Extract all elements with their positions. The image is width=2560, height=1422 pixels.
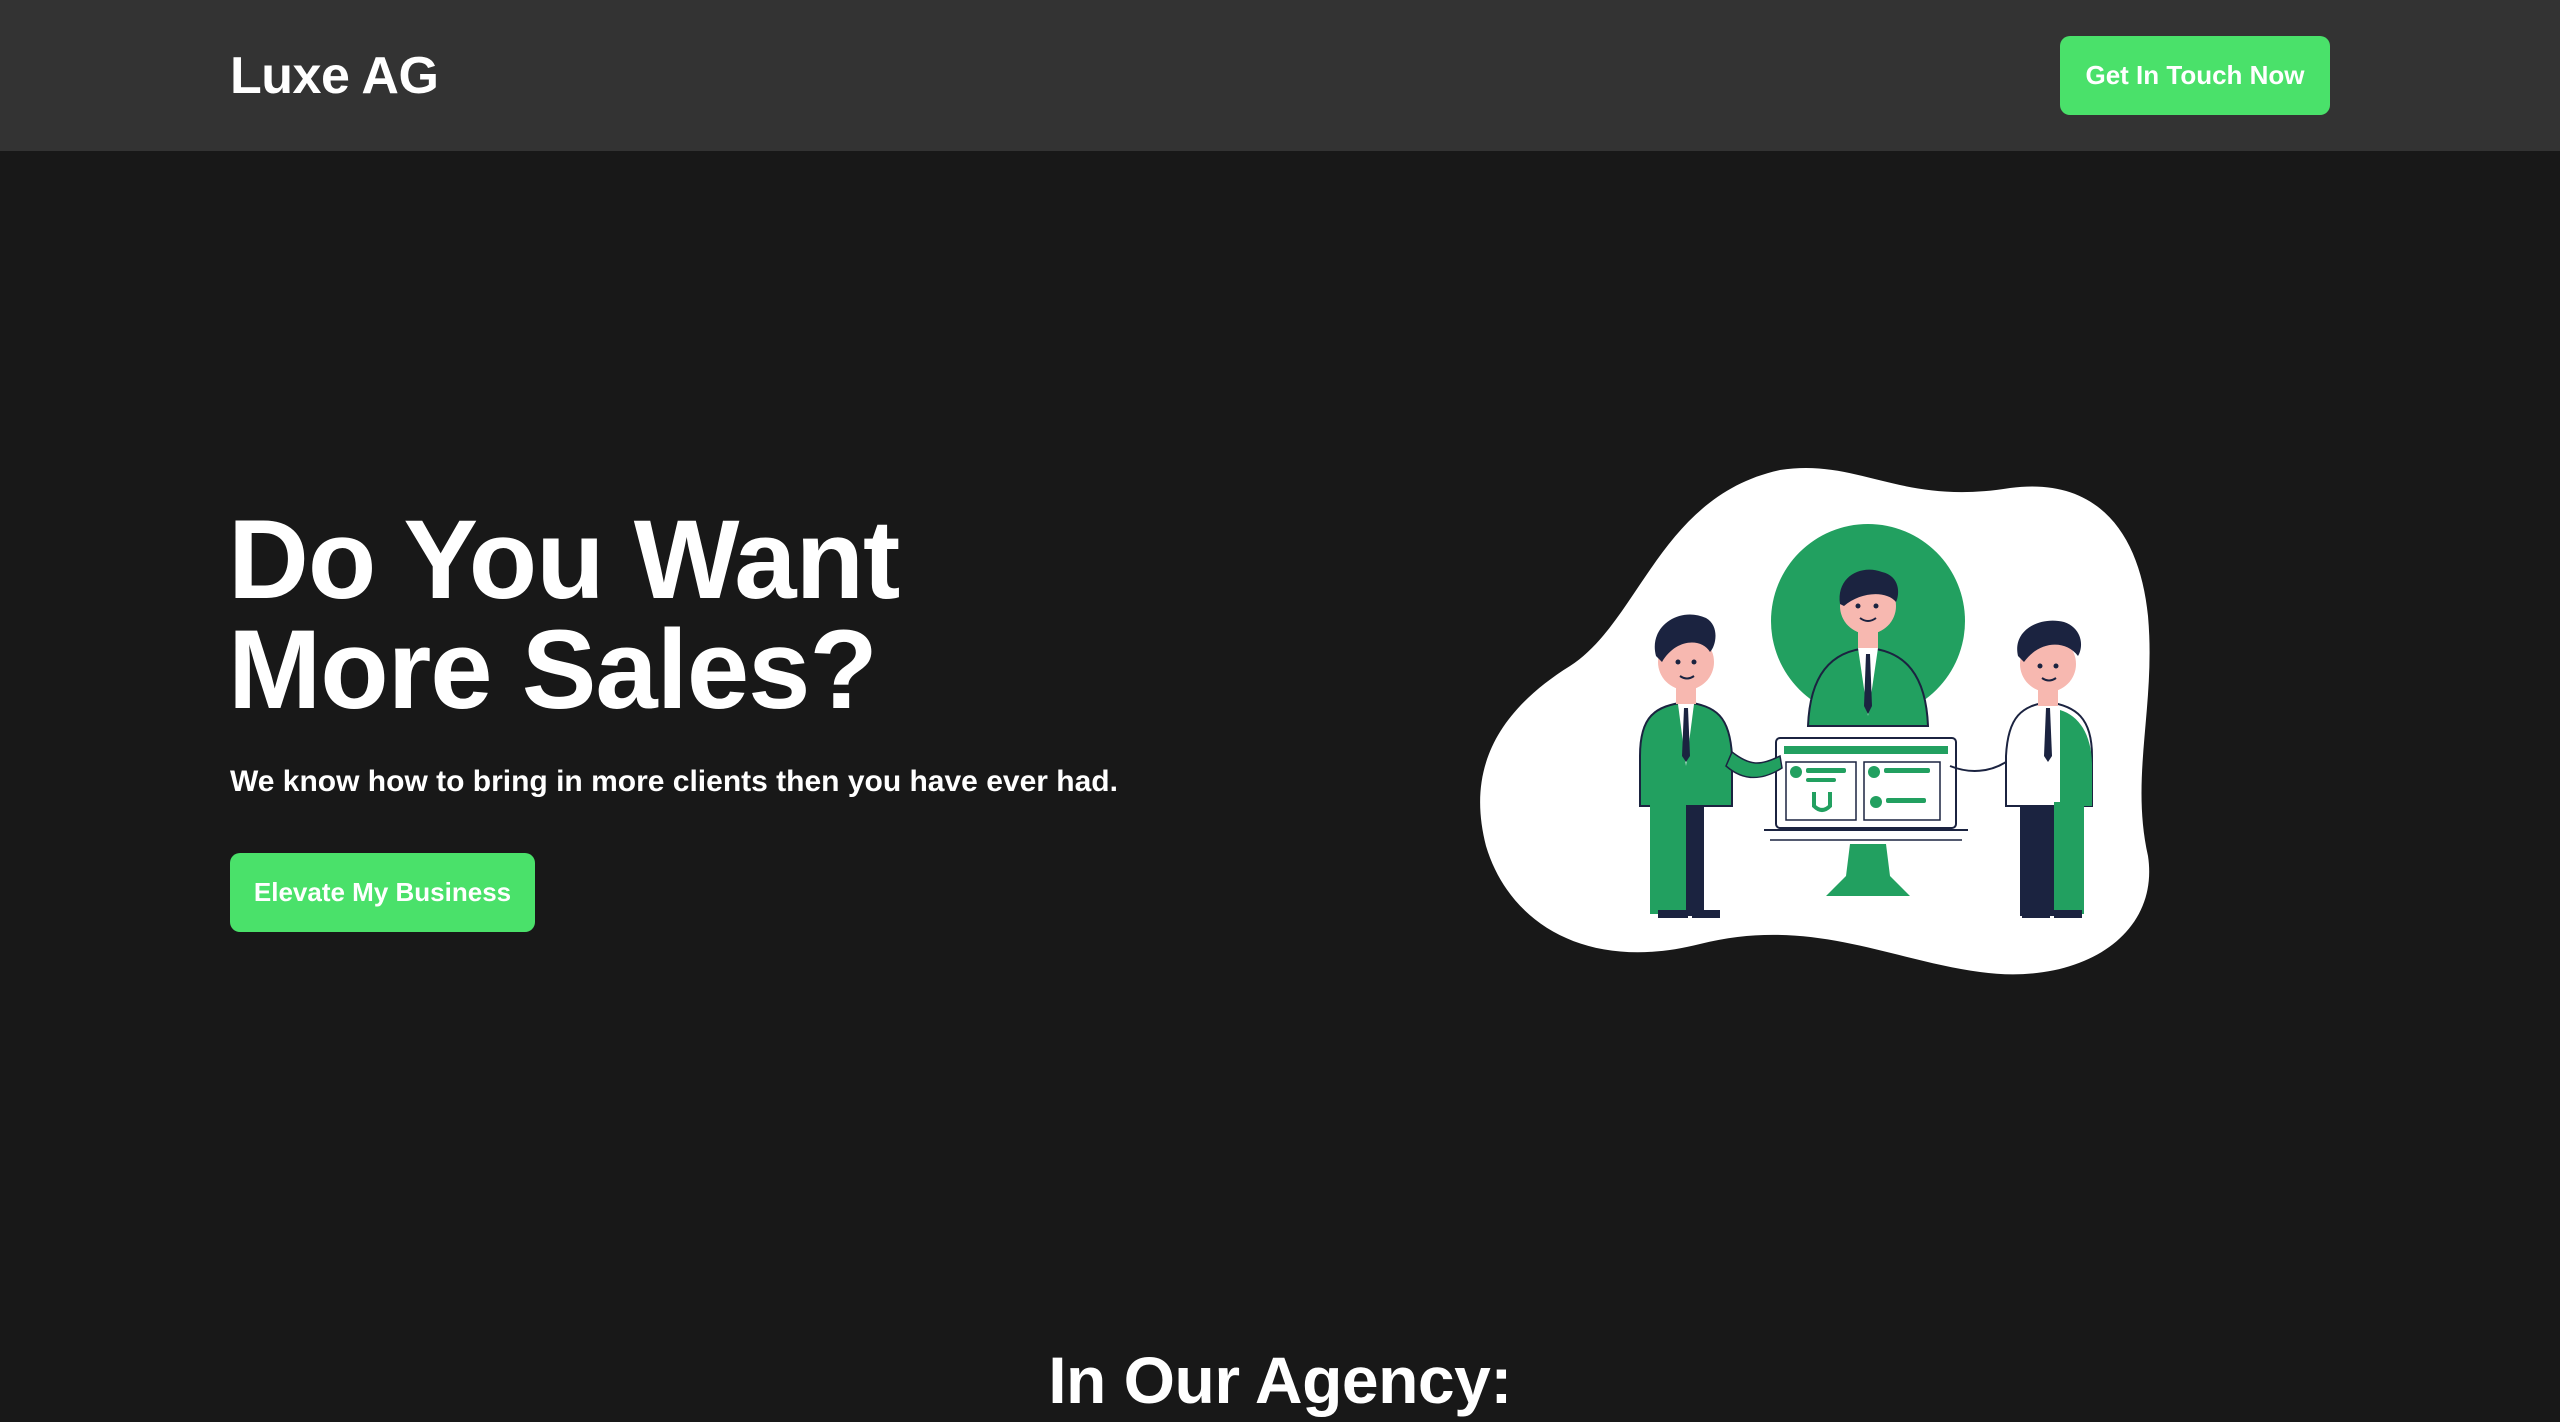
hero-title-line-1: Do You Want: [228, 497, 900, 622]
hero-subtitle: We know how to bring in more clients the…: [230, 765, 1118, 798]
hero-title-line-2: More Sales?: [228, 607, 878, 732]
agency-section-title: In Our Agency:: [1048, 1342, 1512, 1417]
landing-page: Luxe AG Get In Touch Now Do You Want Mor…: [0, 0, 2560, 1422]
get-in-touch-button[interactable]: Get In Touch Now: [2060, 36, 2330, 115]
navbar: Luxe AG Get In Touch Now: [0, 0, 2560, 151]
business-team-illustration: [1480, 468, 2150, 975]
brand-logo[interactable]: Luxe AG: [230, 44, 439, 108]
elevate-business-button[interactable]: Elevate My Business: [230, 853, 535, 932]
hero-title: Do You Want More Sales?: [228, 497, 900, 732]
